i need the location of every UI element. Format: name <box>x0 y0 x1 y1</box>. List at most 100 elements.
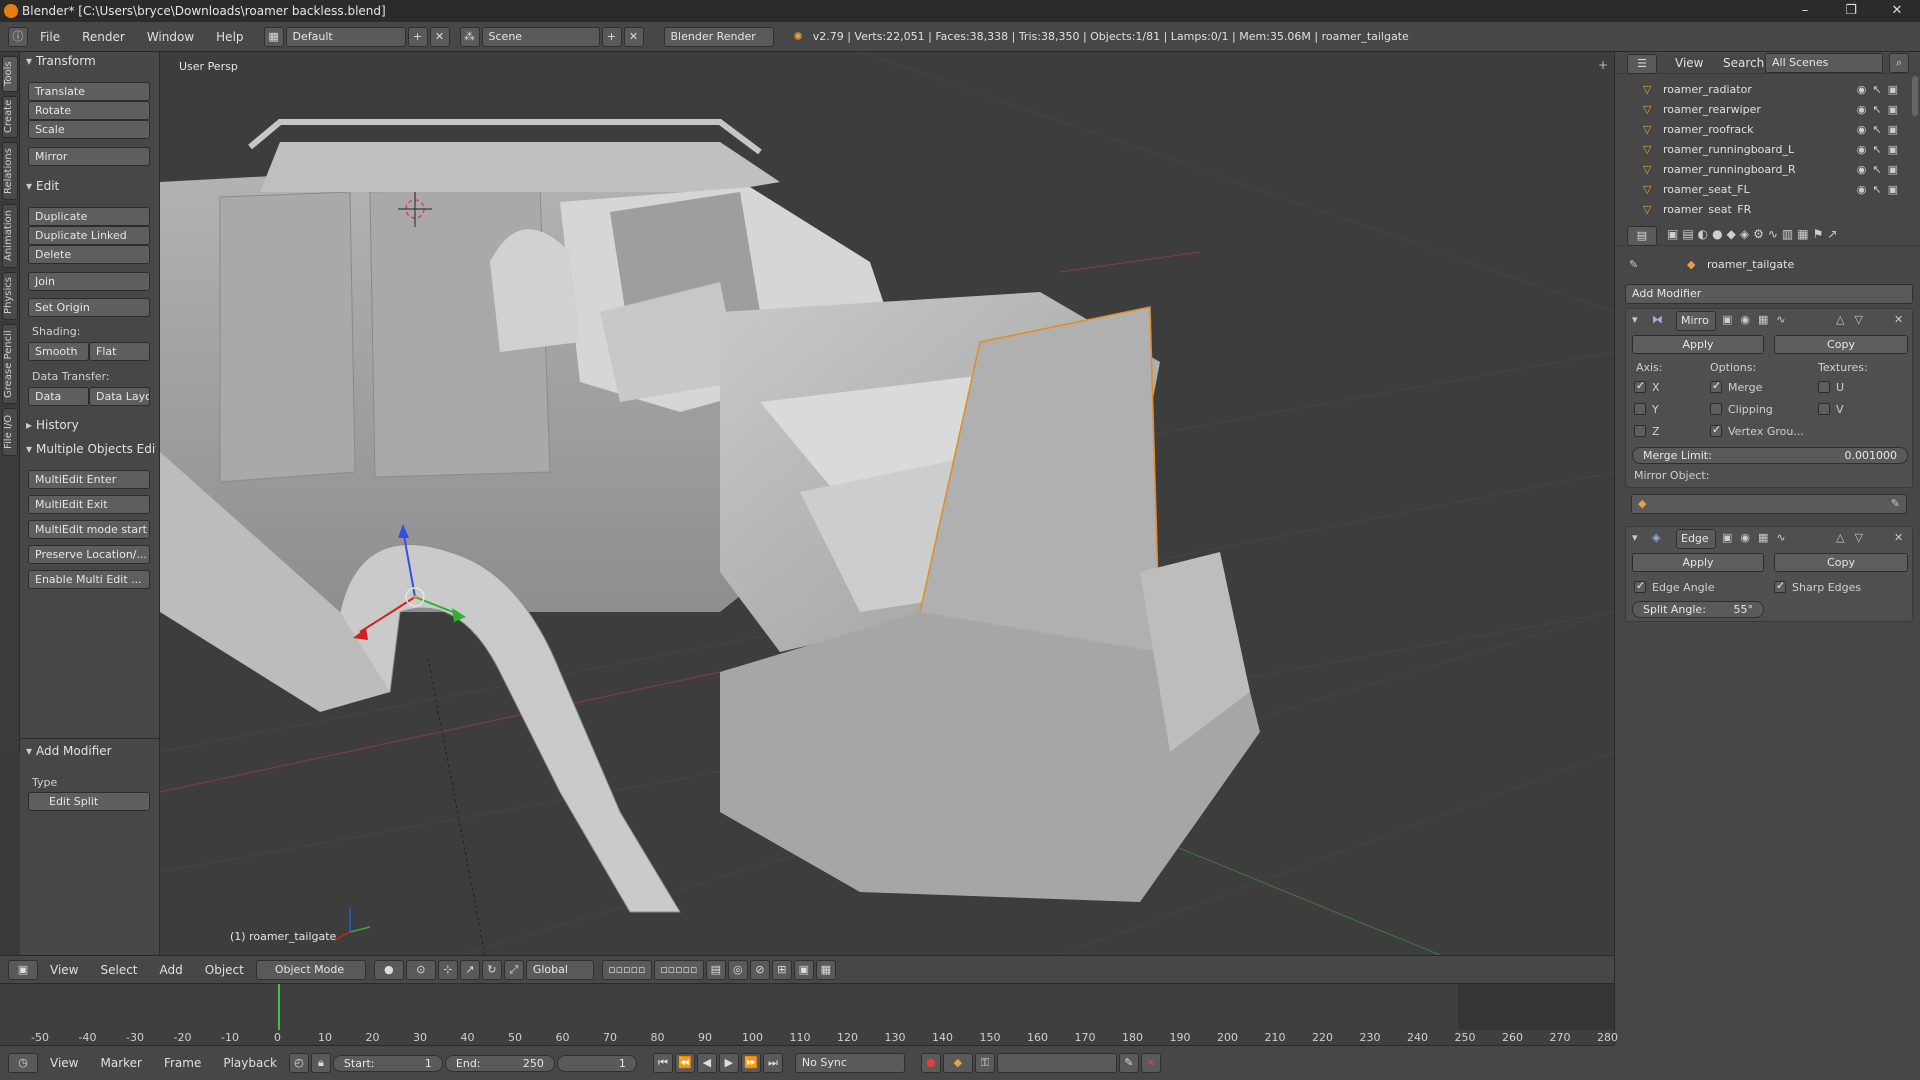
delete-button[interactable]: Delete <box>28 245 150 264</box>
tab-animation[interactable]: Animation <box>2 204 18 268</box>
snap-toggle-icon[interactable]: ⊘ <box>749 959 770 980</box>
timeline-menu-marker[interactable]: Marker <box>90 1056 151 1070</box>
multiedit-enter-button[interactable]: MultiEdit Enter <box>28 470 150 489</box>
jump-end-icon[interactable]: ⏭ <box>762 1053 783 1073</box>
manipulator-toggle-icon[interactable]: ⊹ <box>437 959 458 980</box>
properties-editor-icon[interactable]: ▤ <box>1627 226 1657 246</box>
tab-file-io[interactable]: File I/O <box>2 408 18 456</box>
visibility-icons[interactable]: ◉↖▣ <box>1857 120 1904 140</box>
scale-button[interactable]: Scale <box>28 120 150 139</box>
outliner-item[interactable]: ▽ roamer_seat_FR <box>1643 200 1751 214</box>
keyframe-insert-icon[interactable]: ✎ <box>1118 1053 1139 1073</box>
modifier-move-buttons[interactable]: △▽ <box>1836 313 1873 326</box>
proportional-edit-icon[interactable]: ◎ <box>727 959 748 980</box>
visibility-icons[interactable]: ◉↖▣ <box>1857 80 1904 100</box>
tab-grease-pencil[interactable]: Grease Pencil <box>2 324 18 404</box>
opengl-render-icon[interactable]: ▣ <box>793 959 814 980</box>
split-angle-field[interactable]: Split Angle: 55° <box>1632 601 1764 618</box>
edge-angle-checkbox[interactable] <box>1634 579 1646 593</box>
tab-tools[interactable]: Tools <box>2 56 18 92</box>
merge-limit-field[interactable]: Merge Limit: 0.001000 <box>1632 447 1908 464</box>
close-window-button[interactable]: ✕ <box>1874 0 1920 22</box>
outliner-item[interactable]: ▽ roamer_seat_FL <box>1643 180 1750 200</box>
screen-layout-icon[interactable]: ▦ <box>263 26 284 47</box>
scale-manipulator-icon[interactable]: ⤢ <box>503 959 524 980</box>
outliner-item[interactable]: ▽ roamer_runningboard_L <box>1643 140 1794 160</box>
outliner-item[interactable]: ▽ roamer_radiator <box>1643 80 1752 100</box>
multiedit-mode-start-button[interactable]: MultiEdit mode start <box>28 520 150 539</box>
outliner-item[interactable]: ▽ roamer_roofrack <box>1643 120 1754 140</box>
menu-render[interactable]: Render <box>72 30 135 44</box>
collapse-icon[interactable]: ▾ <box>1632 531 1638 544</box>
edge-apply-button[interactable]: Apply <box>1632 553 1764 572</box>
outliner-editor-icon[interactable]: ☰ <box>1627 54 1657 74</box>
clipping-checkbox[interactable] <box>1710 403 1722 415</box>
3d-view-editor-icon[interactable]: ▣ <box>8 959 38 980</box>
vertex-groups-checkbox[interactable] <box>1710 423 1722 437</box>
modifier-move-buttons[interactable]: △▽ <box>1836 531 1873 544</box>
modifier-display-toggles[interactable]: ▣◉▦∿ <box>1722 531 1794 544</box>
timeline[interactable]: -50 -40 -30 -20 -10 0 10 20 30 40 50 60 70 80 90 100 110… <box>0 983 1618 1045</box>
timeline-menu-frame[interactable]: Frame <box>154 1056 211 1070</box>
edge-copy-button[interactable]: Copy <box>1774 553 1908 572</box>
preview-range-icon[interactable]: ◴ <box>288 1053 309 1073</box>
minimize-button[interactable]: – <box>1782 0 1828 22</box>
texture-u-checkbox[interactable] <box>1818 381 1830 393</box>
visibility-icons[interactable]: ◉↖▣ <box>1857 160 1904 180</box>
active-keying-set-field[interactable] <box>996 1053 1117 1073</box>
visibility-icons[interactable]: ◉↖▣ <box>1857 180 1904 200</box>
scene-selector[interactable]: Scene <box>481 26 600 47</box>
axis-x-checkbox[interactable] <box>1634 379 1646 393</box>
axis-y-checkbox[interactable] <box>1634 403 1646 415</box>
layers-grid-a[interactable]: ▫▫▫▫▫ <box>601 959 652 980</box>
jump-start-icon[interactable]: ⏮ <box>652 1053 673 1073</box>
translate-button[interactable]: Translate <box>28 82 150 101</box>
axis-z-checkbox[interactable] <box>1634 425 1646 437</box>
mirror-button[interactable]: Mirror <box>28 147 150 166</box>
history-panel-header[interactable]: ▸ History <box>26 418 79 432</box>
join-button[interactable]: Join <box>28 272 150 291</box>
mirror-object-field[interactable]: ◆ ✎ <box>1631 494 1907 514</box>
keyframe-delete-icon[interactable]: ✕ <box>1140 1053 1161 1073</box>
preserve-location-button[interactable]: Preserve Location/... <box>28 545 150 564</box>
add-modifier-dropdown[interactable]: Add Modifier <box>1625 284 1913 304</box>
eyedropper-icon[interactable]: ✎ <box>1891 495 1900 513</box>
smooth-button[interactable]: Smooth <box>28 342 89 361</box>
translate-manipulator-icon[interactable]: ↗ <box>459 959 480 980</box>
play-icon[interactable]: ▶ <box>718 1053 739 1073</box>
layout-selector[interactable]: Default <box>285 26 406 47</box>
play-reverse-icon[interactable]: ◀ <box>696 1053 717 1073</box>
texture-v-checkbox[interactable] <box>1818 403 1830 415</box>
sharp-edges-checkbox[interactable] <box>1774 579 1786 593</box>
record-icon[interactable]: ● <box>920 1053 941 1073</box>
remove-scene-icon[interactable]: ✕ <box>623 26 644 47</box>
outliner-scenes-selector[interactable]: All Scenes <box>1765 53 1883 73</box>
scene-icon[interactable]: ⁂ <box>459 26 480 47</box>
viewport-menu-select[interactable]: Select <box>90 963 147 977</box>
outliner-scrollbar[interactable] <box>1912 76 1918 116</box>
data-layout-button[interactable]: Data Layo <box>89 387 150 406</box>
modifier-display-toggles[interactable]: ▣◉▦∿ <box>1722 313 1794 326</box>
pin-icon[interactable]: ✎ <box>1629 258 1638 271</box>
edge-modifier-name[interactable]: Edge <box>1676 529 1716 549</box>
collapse-icon[interactable]: ▾ <box>1632 313 1638 326</box>
maximize-button[interactable]: ❐ <box>1828 0 1874 22</box>
render-engine-selector[interactable]: Blender Render <box>663 26 774 47</box>
remove-modifier-icon[interactable]: ✕ <box>1894 313 1903 326</box>
outliner-item[interactable]: ▽ roamer_rearwiper <box>1643 100 1761 120</box>
duplicate-button[interactable]: Duplicate <box>28 207 150 226</box>
set-origin-dropdown[interactable]: Set Origin <box>28 298 150 317</box>
mirror-copy-button[interactable]: Copy <box>1774 335 1908 354</box>
transform-panel-header[interactable]: ▾ Transform <box>26 54 96 68</box>
outliner-item[interactable]: ▽ roamer_runningboard_R <box>1643 160 1796 180</box>
jump-keyframe-back-icon[interactable]: ⏪ <box>674 1053 695 1073</box>
pivot-point-icon[interactable]: ⊙ <box>405 959 436 980</box>
info-editor-icon[interactable]: ⓘ <box>8 26 28 47</box>
remove-layout-icon[interactable]: ✕ <box>429 26 450 47</box>
add-layout-icon[interactable]: + <box>407 26 428 47</box>
edit-panel-header[interactable]: ▾ Edit <box>26 179 59 193</box>
rotate-manipulator-icon[interactable]: ↻ <box>481 959 502 980</box>
rotate-button[interactable]: Rotate <box>28 101 150 120</box>
merge-checkbox[interactable] <box>1710 379 1722 393</box>
timeline-menu-view[interactable]: View <box>40 1056 88 1070</box>
